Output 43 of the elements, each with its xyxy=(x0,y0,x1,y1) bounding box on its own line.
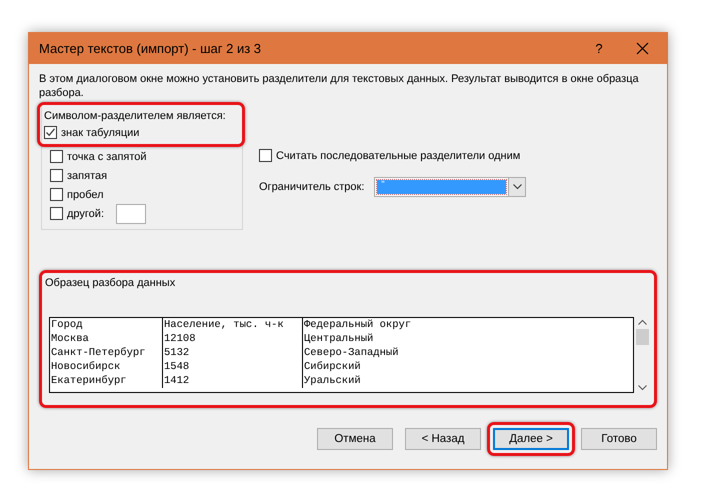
table-cell-text: Екатеринбург xyxy=(50,374,128,388)
chevron-down-icon xyxy=(512,184,522,190)
checkbox-label: знак табуляции xyxy=(61,126,140,138)
table-cell: Центральный xyxy=(302,332,634,346)
table-cell: Федеральный округ xyxy=(302,318,634,332)
table-cell: Сибирский xyxy=(302,360,634,374)
checkbox-label: пробел xyxy=(67,188,104,200)
dialog-button[interactable]: Далее > xyxy=(493,428,569,450)
chevron-up-icon[interactable] xyxy=(638,319,647,325)
group-legend: Символом-разделителем является: xyxy=(44,108,238,124)
table-cell-text: Санкт-Петербург xyxy=(50,346,147,360)
field-label: Ограничитель строк: xyxy=(259,181,364,193)
table-cell: 1548 xyxy=(162,360,302,374)
table-cell: Северо-Западный xyxy=(302,346,634,360)
dialog-button[interactable]: Отмена xyxy=(317,428,393,450)
scrollbar-thumb[interactable] xyxy=(636,329,649,345)
dialog-button[interactable]: Готово xyxy=(581,428,657,450)
other-delimiter-field[interactable] xyxy=(116,204,146,224)
checkbox-label: точка с запятой xyxy=(67,150,147,162)
checkbox-label: другой: xyxy=(67,208,104,220)
checkbox[interactable] xyxy=(44,126,57,139)
table-cell-text: Город xyxy=(50,318,84,332)
dialog-button[interactable]: < Назад xyxy=(405,428,481,450)
table-cell: 12108 xyxy=(162,332,302,346)
table-cell: Население, тыс. ч-к xyxy=(162,318,302,332)
table-cell: Уральский xyxy=(302,374,634,388)
table-cell-text: Новосибирск xyxy=(50,360,122,374)
close-icon[interactable] xyxy=(636,42,649,55)
checkbox[interactable] xyxy=(50,150,63,163)
checkbox[interactable] xyxy=(50,207,63,220)
table-cell: 1412 xyxy=(162,374,302,388)
checkbox[interactable] xyxy=(50,188,63,201)
checkbox[interactable] xyxy=(50,169,63,182)
checkbox-label: Считать последовательные разделители одним xyxy=(276,150,520,162)
group-legend: Образец разбора данных xyxy=(45,277,176,289)
chevron-down-icon[interactable] xyxy=(638,385,647,391)
description-text: В этом диалоговом окне можно установить разделители для текстовых данных. Результат выводится в окне образца разбора. xyxy=(39,72,640,100)
checkbox-label: запятая xyxy=(67,170,108,182)
help-button[interactable]: ? xyxy=(576,41,622,56)
table-cell-text: Москва xyxy=(50,332,90,346)
table-cell: 5132 xyxy=(162,346,302,360)
checkbox[interactable] xyxy=(259,149,272,162)
window-title: Мастер текстов (импорт) - шаг 2 из 3 xyxy=(39,41,262,56)
